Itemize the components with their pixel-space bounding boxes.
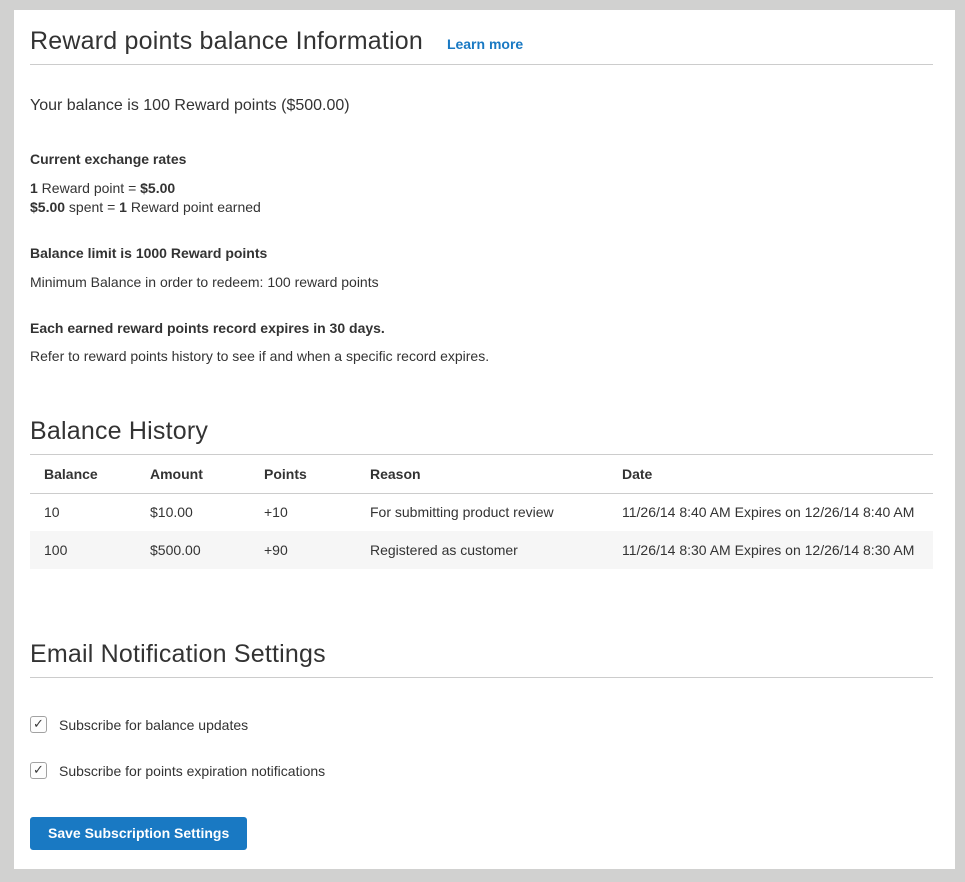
balance-summary: Your balance is 100 Reward points ($500.… [30, 95, 933, 117]
rate1-amount: $5.00 [140, 180, 175, 196]
cell-amount: $10.00 [136, 493, 250, 531]
balance-history-header: Balance History [30, 416, 933, 455]
email-settings-header: Email Notification Settings [30, 639, 933, 678]
cell-balance: 100 [30, 531, 136, 569]
rate2-text: spent = [65, 199, 119, 215]
page-header: Reward points balance Information Learn … [30, 26, 933, 65]
cell-points: +90 [250, 531, 356, 569]
cell-amount: $500.00 [136, 531, 250, 569]
balance-limit-heading: Balance limit is 1000 Reward points [30, 244, 933, 263]
rate1-points: 1 [30, 180, 38, 196]
balance-updates-label[interactable]: Subscribe for balance updates [59, 717, 248, 733]
balance-history-table: Balance Amount Points Reason Date 10 $10… [30, 455, 933, 569]
cell-points: +10 [250, 493, 356, 531]
cell-reason: For submitting product review [356, 493, 608, 531]
table-row: 100 $500.00 +90 Registered as customer 1… [30, 531, 933, 569]
table-header-row: Balance Amount Points Reason Date [30, 455, 933, 493]
table-row: 10 $10.00 +10 For submitting product rev… [30, 493, 933, 531]
learn-more-link[interactable]: Learn more [447, 36, 523, 52]
checkmark-icon: ✓ [33, 717, 44, 730]
expiry-text: Refer to reward points history to see if… [30, 347, 933, 366]
minimum-balance-text: Minimum Balance in order to redeem: 100 … [30, 273, 933, 292]
column-header-reason: Reason [356, 455, 608, 493]
column-header-balance: Balance [30, 455, 136, 493]
column-header-amount: Amount [136, 455, 250, 493]
column-header-date: Date [608, 455, 933, 493]
rate2-amount: $5.00 [30, 199, 65, 215]
exchange-rates: 1 Reward point = $5.00 $5.00 spent = 1 R… [30, 179, 933, 217]
column-header-points: Points [250, 455, 356, 493]
cell-reason: Registered as customer [356, 531, 608, 569]
email-settings-title: Email Notification Settings [30, 639, 326, 669]
cell-balance: 10 [30, 493, 136, 531]
expiration-notifications-checkbox[interactable]: ✓ [30, 762, 47, 779]
exchange-rate-line-1: 1 Reward point = $5.00 [30, 179, 933, 198]
cell-date: 11/26/14 8:40 AM Expires on 12/26/14 8:4… [608, 493, 933, 531]
subscription-row-balance-updates: ✓ Subscribe for balance updates [30, 716, 933, 733]
rate2-points: 1 [119, 199, 127, 215]
expiration-notifications-label[interactable]: Subscribe for points expiration notifica… [59, 763, 325, 779]
exchange-rate-line-2: $5.00 spent = 1 Reward point earned [30, 198, 933, 217]
subscription-row-expiration: ✓ Subscribe for points expiration notifi… [30, 762, 933, 779]
save-subscription-settings-button[interactable]: Save Subscription Settings [30, 817, 247, 850]
cell-date: 11/26/14 8:30 AM Expires on 12/26/14 8:3… [608, 531, 933, 569]
rate2-tail: Reward point earned [127, 199, 261, 215]
reward-points-panel: Reward points balance Information Learn … [14, 10, 955, 869]
rate1-text: Reward point = [38, 180, 140, 196]
exchange-rates-heading: Current exchange rates [30, 150, 933, 169]
balance-history-title: Balance History [30, 416, 208, 446]
checkmark-icon: ✓ [33, 763, 44, 776]
expiry-heading: Each earned reward points record expires… [30, 319, 933, 338]
page-title: Reward points balance Information [30, 26, 423, 56]
balance-updates-checkbox[interactable]: ✓ [30, 716, 47, 733]
